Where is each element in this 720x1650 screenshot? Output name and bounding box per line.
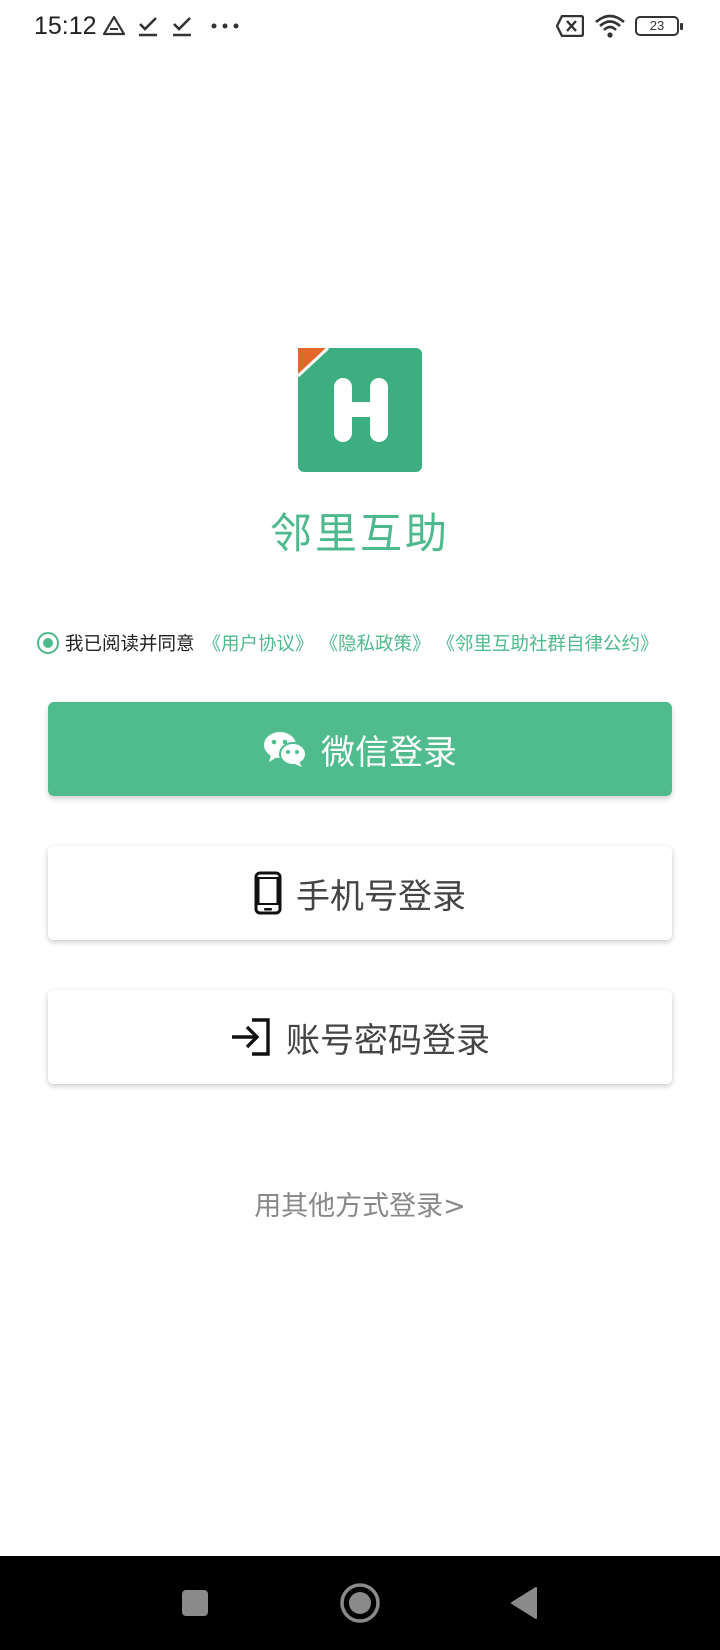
check-download-icon (136, 14, 160, 38)
logo-h-icon (296, 346, 422, 472)
sim-off-icon (556, 15, 584, 37)
status-bar: 15:12 23 (0, 0, 720, 56)
app-logo (296, 346, 422, 472)
drive-icon (102, 14, 126, 38)
phone-login-button[interactable]: 手机号登录 (48, 846, 672, 940)
user-agreement-link[interactable]: 《用户协议》 (203, 630, 314, 656)
more-dots-icon (210, 22, 240, 30)
check-download-icon (170, 14, 194, 38)
agreement-row: 我已阅读并同意 《用户协议》 《隐私政策》 《邻里互助社群自律公约》 (37, 628, 687, 658)
agree-radio[interactable] (37, 632, 59, 654)
wechat-icon (263, 730, 307, 768)
community-convention-link[interactable]: 《邻里互助社群自律公约》 (437, 630, 659, 656)
battery-icon: 23 (635, 16, 683, 36)
mobile-phone-icon (254, 871, 282, 915)
back-triangle-icon[interactable] (484, 1556, 564, 1650)
recents-square-icon[interactable] (155, 1556, 235, 1650)
phone-login-label: 手机号登录 (296, 876, 466, 917)
account-login-label: 账号密码登录 (286, 1020, 490, 1061)
privacy-policy-link[interactable]: 《隐私政策》 (320, 630, 431, 656)
navigation-bar (0, 1556, 720, 1650)
login-arrow-icon (230, 1018, 272, 1056)
status-time: 15:12 (34, 12, 97, 40)
wechat-login-label: 微信登录 (321, 732, 457, 773)
other-login-link[interactable]: 用其他方式登录> (0, 1184, 720, 1223)
home-circle-icon[interactable] (320, 1556, 400, 1650)
agree-prefix: 我已阅读并同意 (65, 634, 195, 655)
wifi-icon (594, 13, 626, 39)
app-name: 邻里互助 (269, 509, 450, 558)
wechat-login-button[interactable]: 微信登录 (48, 702, 672, 796)
account-login-button[interactable]: 账号密码登录 (48, 990, 672, 1084)
